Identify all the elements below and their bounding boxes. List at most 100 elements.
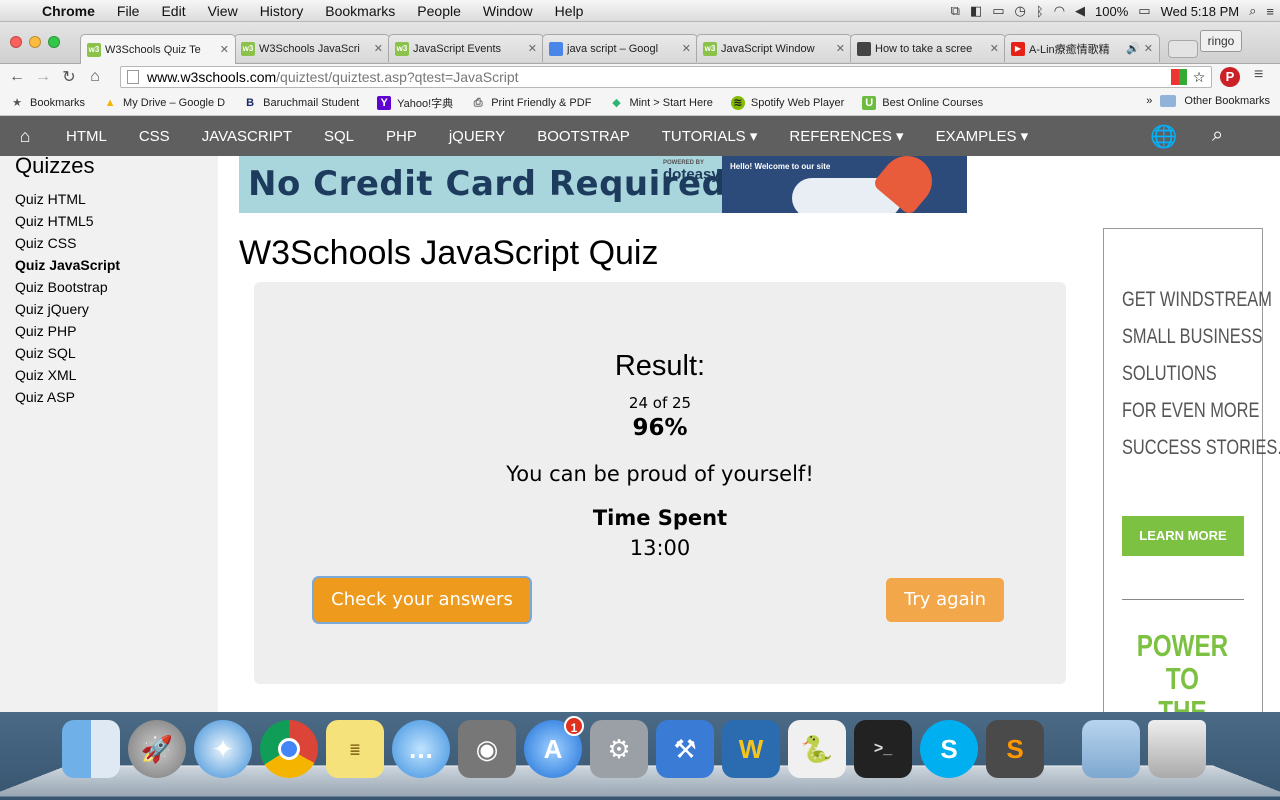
learn-more-button[interactable]: LEARN MORE [1122, 516, 1244, 556]
finder-icon[interactable] [62, 720, 120, 778]
menu-view[interactable]: View [197, 3, 249, 19]
forward-icon[interactable]: → [30, 68, 56, 86]
bookmark-mint[interactable]: ◆ Mint > Start Here [609, 96, 713, 110]
sidebar-item-css[interactable]: Quiz CSS [15, 232, 120, 254]
side-ad[interactable]: GET WINDSTREAM SMALL BUSINESS SOLUTIONS … [1103, 228, 1280, 712]
menu-window[interactable]: Window [472, 3, 544, 19]
notification-center-icon[interactable]: ≡ [1266, 4, 1274, 19]
tab-w3schools-javascript[interactable]: w3 W3Schools JavaScri ✕ [234, 34, 390, 62]
battery-percent[interactable]: 100% [1095, 4, 1128, 19]
safari-icon[interactable]: ✦ [194, 720, 252, 778]
spotlight-icon[interactable]: ⌕ [1249, 3, 1256, 19]
try-again-button[interactable]: Try again [886, 578, 1004, 622]
bookmark-spotify[interactable]: ≋ Spotify Web Player [730, 95, 844, 110]
folder-icon[interactable] [1082, 720, 1140, 778]
screen-share-icon[interactable]: ⧉ [951, 3, 960, 19]
bookmarks-overflow-icon[interactable]: » [1146, 95, 1152, 107]
bookmark-udemy[interactable]: U Best Online Courses [862, 95, 983, 110]
close-tab-icon[interactable]: ✕ [1144, 42, 1153, 55]
sidebar-item-php[interactable]: Quiz PHP [15, 320, 120, 342]
python-icon[interactable]: 🐍 [788, 720, 846, 778]
zoom-window-button[interactable] [48, 36, 60, 48]
ad-banner[interactable]: No Credit Card Required POWERED BY dotea… [239, 156, 967, 213]
bluetooth-icon[interactable]: ᛒ [1036, 4, 1044, 19]
bookmark-my-drive[interactable]: ▲ My Drive – Google D [103, 96, 226, 110]
pinterest-icon[interactable]: P [1220, 67, 1240, 87]
bookmark-bookmarks[interactable]: ★ Bookmarks [10, 96, 85, 110]
nav-html[interactable]: HTML [50, 128, 123, 145]
sidebar-item-bootstrap[interactable]: Quiz Bootstrap [15, 276, 120, 298]
volume-icon[interactable]: ◀ [1075, 3, 1085, 19]
nav-references[interactable]: REFERENCES ▾ [773, 127, 919, 145]
menu-app-name[interactable]: Chrome [38, 3, 106, 19]
sidebar-item-sql[interactable]: Quiz SQL [15, 342, 120, 364]
minimize-window-button[interactable] [29, 36, 41, 48]
sidebar-item-html[interactable]: Quiz HTML [15, 188, 120, 210]
nav-bootstrap[interactable]: BOOTSTRAP [521, 128, 646, 145]
system-preferences-icon[interactable]: ⚙ [590, 720, 648, 778]
nav-jquery[interactable]: jQUERY [433, 128, 521, 145]
globe-icon[interactable]: 🌐 [1150, 124, 1177, 150]
clock[interactable]: Wed 5:18 PM [1161, 4, 1240, 19]
close-tab-icon[interactable]: ✕ [528, 42, 537, 55]
facetime-icon[interactable]: ◉ [458, 720, 516, 778]
nav-sql[interactable]: SQL [308, 128, 370, 145]
reload-icon[interactable]: ↻ [56, 67, 82, 87]
trash-icon[interactable] [1148, 720, 1206, 778]
home-icon[interactable]: ⌂ [82, 68, 108, 86]
nav-tutorials[interactable]: TUTORIALS ▾ [646, 127, 774, 145]
battery-icon[interactable]: ▭ [1138, 3, 1150, 19]
tab-javascript-window[interactable]: w3 JavaScript Window ✕ [696, 34, 852, 62]
sidebar-item-xml[interactable]: Quiz XML [15, 364, 120, 386]
sidebar-item-html5[interactable]: Quiz HTML5 [15, 210, 120, 232]
shortcut-icon[interactable]: ◧ [970, 3, 982, 19]
messages-icon[interactable]: … [392, 720, 450, 778]
profile-button[interactable]: ringo [1200, 30, 1242, 52]
sidebar-item-asp[interactable]: Quiz ASP [15, 386, 120, 408]
launchpad-icon[interactable]: 🚀 [128, 720, 186, 778]
nav-css[interactable]: CSS [123, 128, 186, 145]
tab-javascript-events[interactable]: w3 JavaScript Events ✕ [388, 34, 544, 62]
menu-people[interactable]: People [406, 3, 472, 19]
sidebar-item-javascript[interactable]: Quiz JavaScript [15, 254, 120, 276]
check-answers-button[interactable]: Check your answers [314, 578, 530, 622]
home-icon[interactable]: ⌂ [0, 126, 50, 147]
nav-javascript[interactable]: JAVASCRIPT [186, 128, 308, 145]
wifi-icon[interactable]: ◠ [1054, 3, 1065, 19]
new-tab-button[interactable] [1168, 40, 1198, 58]
menu-history[interactable]: History [249, 3, 315, 19]
close-tab-icon[interactable]: ✕ [220, 43, 229, 56]
tab-screenshot-howto[interactable]: How to take a scree ✕ [850, 34, 1006, 62]
back-icon[interactable]: ← [4, 68, 30, 86]
bookmark-baruchmail[interactable]: B Baruchmail Student [243, 96, 359, 110]
bookmark-yahoo-dict[interactable]: Y Yahoo!字典 [377, 95, 453, 111]
close-window-button[interactable] [10, 36, 22, 48]
close-tab-icon[interactable]: ✕ [374, 42, 383, 55]
other-bookmarks[interactable]: Other Bookmarks [1184, 95, 1270, 107]
tab-w3schools-quiz[interactable]: w3 W3Schools Quiz Te ✕ [80, 34, 236, 64]
app-store-icon[interactable]: A1 [524, 716, 584, 778]
skype-icon[interactable]: S [920, 720, 978, 778]
chrome-menu-icon[interactable]: ≡ [1254, 66, 1263, 84]
menu-bookmarks[interactable]: Bookmarks [314, 3, 406, 19]
nav-examples[interactable]: EXAMPLES ▾ [920, 127, 1045, 145]
bookmark-print-friendly[interactable]: ⎙ Print Friendly & PDF [471, 96, 592, 110]
sidebar-item-jquery[interactable]: Quiz jQuery [15, 298, 120, 320]
close-tab-icon[interactable]: ✕ [836, 42, 845, 55]
terminal-icon[interactable]: >_ [854, 720, 912, 778]
nav-php[interactable]: PHP [370, 128, 433, 145]
wunderlist-icon[interactable]: W [722, 720, 780, 778]
search-icon[interactable]: ⌕ [1212, 124, 1223, 147]
time-machine-icon[interactable]: ◷ [1015, 3, 1026, 19]
extension-icon[interactable] [1171, 69, 1187, 85]
menu-help[interactable]: Help [544, 3, 595, 19]
chrome-icon[interactable] [260, 720, 318, 778]
close-tab-icon[interactable]: ✕ [990, 42, 999, 55]
address-bar[interactable]: www.w3schools.com/quiztest/quiztest.asp?… [120, 66, 1212, 88]
stickies-icon[interactable]: ≣ [326, 720, 384, 778]
xcode-icon[interactable]: ⚒ [656, 720, 714, 778]
menu-file[interactable]: File [106, 3, 151, 19]
airplay-icon[interactable]: ▭ [992, 3, 1004, 19]
sublime-icon[interactable]: S [986, 720, 1044, 778]
tab-google-docs[interactable]: java script – Googl ✕ [542, 34, 698, 62]
